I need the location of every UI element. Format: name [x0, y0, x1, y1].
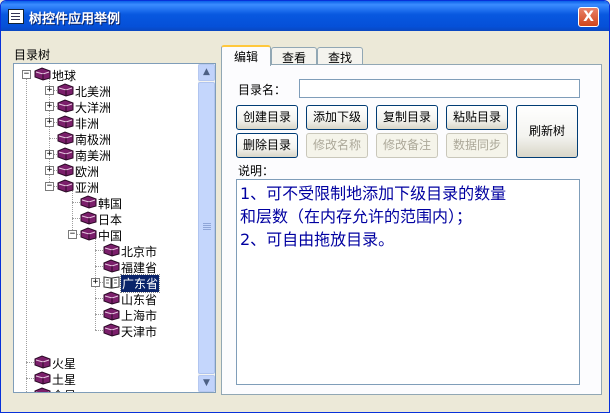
dir-name-label: 目录名： — [238, 83, 287, 97]
tree-connector — [95, 250, 103, 251]
expand-icon[interactable]: + — [45, 118, 54, 127]
expand-icon[interactable]: + — [45, 102, 54, 111]
tree-connector — [26, 378, 34, 379]
scroll-grip-icon — [203, 223, 211, 224]
tree-node-label[interactable]: 非洲 — [75, 115, 99, 132]
tree-connector — [49, 138, 57, 139]
rename-button: 修改名称 — [306, 133, 368, 158]
book-icon — [57, 115, 74, 129]
book-icon — [103, 307, 120, 321]
tree-node-label[interactable]: 广东省 — [119, 274, 161, 293]
book-icon — [103, 291, 120, 305]
tree-node-label[interactable]: 福建省 — [121, 259, 157, 276]
tab-edit[interactable]: 编辑 — [221, 45, 271, 66]
description-memo[interactable]: 1、可不受限制地添加下级目录的数量 和层数（在内存允许的范围内）； 2、可自由拖… — [236, 179, 580, 385]
book-icon — [103, 323, 120, 337]
tree-connector — [72, 202, 80, 203]
sync-data-button: 数据同步 — [446, 133, 508, 158]
expand-icon[interactable]: + — [45, 86, 54, 95]
tree-connector — [72, 218, 80, 219]
expand-icon[interactable]: + — [45, 150, 54, 159]
open-book-icon — [103, 275, 120, 289]
book-icon — [57, 99, 74, 113]
tree-node-label[interactable]: 土星 — [52, 371, 76, 388]
book-icon — [80, 195, 97, 209]
tree-node-label[interactable]: 韩国 — [98, 195, 122, 212]
delete-dir-button[interactable]: 删除目录 — [236, 133, 298, 158]
book-icon — [80, 227, 97, 241]
tree-label: 目录树 — [14, 48, 51, 62]
tree-node-label[interactable]: 南美洲 — [75, 147, 111, 164]
collapse-icon[interactable]: − — [45, 182, 54, 191]
book-icon — [57, 83, 74, 97]
dir-name-input[interactable] — [299, 79, 580, 98]
tree-connector — [72, 190, 73, 234]
add-child-button[interactable]: 添加下级 — [306, 105, 368, 130]
tree-connector — [95, 314, 103, 315]
scroll-thumb[interactable] — [198, 82, 215, 374]
title-bar[interactable]: 树控件应用举例 X — [1, 1, 609, 31]
description-label: 说明： — [238, 164, 275, 178]
book-icon — [103, 243, 120, 257]
book-icon — [34, 67, 51, 81]
book-icon — [57, 131, 74, 145]
tree-connector — [95, 330, 103, 331]
tree-node-label[interactable]: 中国 — [98, 227, 122, 244]
book-icon — [34, 387, 51, 392]
scroll-up-button[interactable]: ▲ — [198, 64, 215, 81]
tree-node-label[interactable]: 北京市 — [121, 243, 157, 260]
expand-icon[interactable]: + — [45, 166, 54, 175]
tree-node-label[interactable]: 欧洲 — [75, 163, 99, 180]
tree-node-label[interactable]: 上海市 — [121, 307, 157, 324]
collapse-icon[interactable]: − — [22, 70, 31, 79]
tree-node-label[interactable]: 金星 — [52, 387, 76, 392]
tree-node-label[interactable]: 日本 — [98, 211, 122, 228]
book-icon — [57, 179, 74, 193]
book-icon — [57, 147, 74, 161]
tree-node-label[interactable]: 北美洲 — [75, 83, 111, 100]
copy-dir-button[interactable]: 复制目录 — [376, 105, 438, 130]
book-icon — [34, 355, 51, 369]
expand-icon[interactable]: + — [91, 278, 100, 287]
book-icon — [103, 259, 120, 273]
tree-connector — [26, 78, 27, 392]
close-button[interactable]: X — [578, 7, 599, 27]
create-dir-button[interactable]: 创建目录 — [236, 105, 298, 130]
window-title: 树控件应用举例 — [29, 12, 121, 27]
tree-node-label[interactable]: 亚洲 — [75, 179, 99, 196]
book-icon — [80, 211, 97, 225]
tree-node-label[interactable]: 天津市 — [121, 323, 157, 340]
tree-node-label[interactable]: 火星 — [52, 355, 76, 372]
tree-connector — [26, 362, 34, 363]
tree-connector — [95, 266, 103, 267]
book-icon — [57, 163, 74, 177]
main-window: 树控件应用举例 X 目录树 − 地球 + 北美洲 + 大洋洲 + 非洲 南极洲 + 南美洲 + 欧洲 − 亚… — [0, 0, 610, 413]
tree-node-label[interactable]: 地球 — [52, 67, 76, 84]
directory-tree[interactable]: − 地球 + 北美洲 + 大洋洲 + 非洲 南极洲 + 南美洲 + 欧洲 − 亚洲 韩国 日本 − 中国 北京市 福建省… — [13, 63, 216, 393]
collapse-icon[interactable]: − — [68, 230, 77, 239]
book-icon — [34, 371, 51, 385]
tree-node-label[interactable]: 大洋洲 — [75, 99, 111, 116]
tree-node-label[interactable]: 山东省 — [121, 291, 157, 308]
tree-vertical-scrollbar[interactable]: ▲ ▼ — [198, 64, 215, 392]
tree-node-label[interactable]: 南极洲 — [75, 131, 111, 148]
refresh-tree-button[interactable]: 刷新树 — [516, 105, 578, 158]
tree-connector — [95, 298, 103, 299]
paste-dir-button[interactable]: 粘贴目录 — [446, 105, 508, 130]
app-icon — [8, 9, 24, 24]
edit-note-button: 修改备注 — [376, 133, 438, 158]
scroll-down-button[interactable]: ▼ — [198, 375, 215, 392]
